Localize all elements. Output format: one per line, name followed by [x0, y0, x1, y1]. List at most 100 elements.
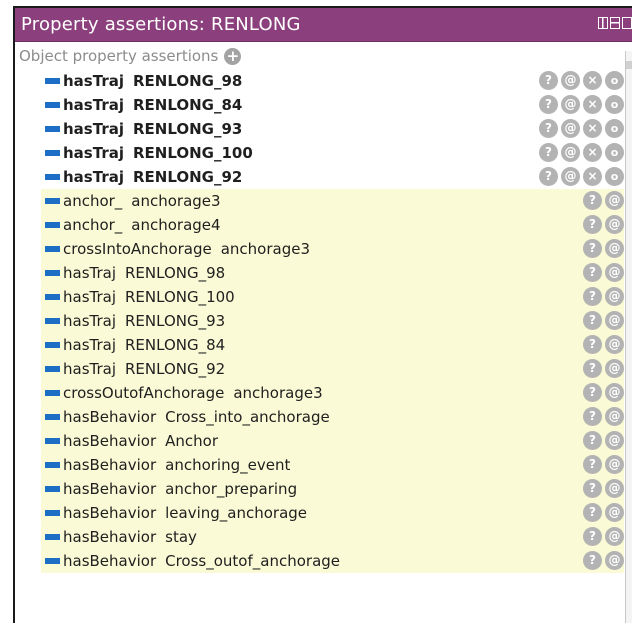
edit-icon[interactable]: o	[605, 95, 624, 114]
property-name: hasTraj	[63, 144, 124, 162]
annotate-icon[interactable]: @	[605, 263, 624, 282]
annotate-icon[interactable]: @	[605, 359, 624, 378]
explain-icon[interactable]: ?	[583, 191, 602, 210]
annotate-icon[interactable]: @	[561, 167, 580, 186]
explain-icon[interactable]: ?	[583, 455, 602, 474]
vertical-scrollbar[interactable]	[625, 51, 632, 623]
assertion-row[interactable]: hasBehavior leaving_anchorage? @	[41, 501, 624, 525]
explain-icon[interactable]: ?	[583, 263, 602, 282]
edit-icon[interactable]: o	[605, 119, 624, 138]
annotate-icon[interactable]: @	[605, 527, 624, 546]
delete-icon[interactable]: ×	[583, 119, 602, 138]
annotate-icon[interactable]: @	[605, 407, 624, 426]
property-name: anchor_	[63, 192, 123, 210]
explain-icon[interactable]: ?	[583, 359, 602, 378]
maximize-icon[interactable]	[622, 17, 632, 29]
assertion-row[interactable]: hasBehavior anchor_preparing? @	[41, 477, 624, 501]
row-buttons: ? @	[583, 503, 624, 522]
explain-icon[interactable]: ?	[539, 95, 558, 114]
explain-icon[interactable]: ?	[583, 431, 602, 450]
assertion-row[interactable]: hasTraj RENLONG_98? @ × o	[41, 69, 624, 93]
assertion-row[interactable]: hasBehavior stay? @	[41, 525, 624, 549]
explain-icon[interactable]: ?	[583, 383, 602, 402]
explain-icon[interactable]: ?	[583, 527, 602, 546]
annotate-icon[interactable]: @	[605, 431, 624, 450]
property-name: hasTraj	[63, 120, 124, 138]
property-value: RENLONG_100	[125, 288, 235, 306]
assertion-row[interactable]: crossOutofAnchorage anchorage3? @	[41, 381, 624, 405]
assertion-row[interactable]: hasTraj RENLONG_92? @	[41, 357, 624, 381]
annotate-icon[interactable]: @	[561, 119, 580, 138]
object-property-icon	[45, 78, 60, 84]
row-buttons: ? @ × o	[539, 119, 624, 138]
assertion-row[interactable]: hasTraj RENLONG_84? @	[41, 333, 624, 357]
row-buttons: ? @	[583, 551, 624, 570]
assertion-row[interactable]: crossIntoAnchorage anchorage3? @	[41, 237, 624, 261]
assertion-row[interactable]: hasBehavior Anchor? @	[41, 429, 624, 453]
assertion-row[interactable]: hasBehavior Cross_into_anchorage? @	[41, 405, 624, 429]
annotate-icon[interactable]: @	[605, 455, 624, 474]
explain-icon[interactable]: ?	[583, 479, 602, 498]
edit-icon[interactable]: o	[605, 167, 624, 186]
delete-icon[interactable]: ×	[583, 71, 602, 90]
explain-icon[interactable]: ?	[583, 503, 602, 522]
assertion-row[interactable]: hasBehavior anchoring_event? @	[41, 453, 624, 477]
row-buttons: ? @	[583, 239, 624, 258]
assertion-row[interactable]: hasBehavior Cross_outof_anchorage? @	[41, 549, 624, 573]
property-value: RENLONG_84	[125, 336, 226, 354]
property-name: hasBehavior	[63, 408, 157, 426]
property-name: hasTraj	[63, 168, 124, 186]
explain-icon[interactable]: ?	[583, 239, 602, 258]
explain-icon[interactable]: ?	[583, 407, 602, 426]
annotate-icon[interactable]: @	[561, 143, 580, 162]
annotate-icon[interactable]: @	[605, 287, 624, 306]
edit-icon[interactable]: o	[605, 71, 624, 90]
annotate-icon[interactable]: @	[605, 551, 624, 570]
assertion-row[interactable]: hasTraj RENLONG_93? @ × o	[41, 117, 624, 141]
annotate-icon[interactable]: @	[605, 311, 624, 330]
delete-icon[interactable]: ×	[583, 95, 602, 114]
explain-icon[interactable]: ?	[539, 167, 558, 186]
split-vertical-icon[interactable]	[598, 17, 608, 29]
explain-icon[interactable]: ?	[583, 311, 602, 330]
scrollbar-thumb[interactable]	[626, 61, 632, 69]
assertion-row[interactable]: hasTraj RENLONG_100? @	[41, 285, 624, 309]
section-label: Object property assertions	[19, 47, 219, 65]
object-property-icon	[45, 198, 60, 204]
property-name: hasBehavior	[63, 504, 157, 522]
explain-icon[interactable]: ?	[583, 335, 602, 354]
annotate-icon[interactable]: @	[605, 383, 624, 402]
explain-icon[interactable]: ?	[539, 143, 558, 162]
property-name: hasTraj	[63, 96, 124, 114]
assertion-row[interactable]: anchor_ anchorage4? @	[41, 213, 624, 237]
assertion-row[interactable]: hasTraj RENLONG_93? @	[41, 309, 624, 333]
add-icon[interactable]: +	[224, 47, 242, 65]
delete-icon[interactable]: ×	[583, 167, 602, 186]
explain-icon[interactable]: ?	[539, 71, 558, 90]
annotate-icon[interactable]: @	[605, 239, 624, 258]
annotate-icon[interactable]: @	[605, 191, 624, 210]
annotate-icon[interactable]: @	[605, 479, 624, 498]
row-buttons: ? @	[583, 335, 624, 354]
object-property-icon	[45, 318, 60, 324]
annotate-icon[interactable]: @	[605, 503, 624, 522]
assertion-row[interactable]: hasTraj RENLONG_100? @ × o	[41, 141, 624, 165]
split-horizontal-icon[interactable]	[610, 17, 620, 29]
property-name: hasBehavior	[63, 480, 157, 498]
explain-icon[interactable]: ?	[583, 215, 602, 234]
explain-icon[interactable]: ?	[583, 287, 602, 306]
assertion-row[interactable]: hasTraj RENLONG_84? @ × o	[41, 93, 624, 117]
annotate-icon[interactable]: @	[561, 95, 580, 114]
annotate-icon[interactable]: @	[561, 71, 580, 90]
assertion-row[interactable]: hasTraj RENLONG_92? @ × o	[41, 165, 624, 189]
explain-icon[interactable]: ?	[583, 551, 602, 570]
edit-icon[interactable]: o	[605, 143, 624, 162]
explain-icon[interactable]: ?	[539, 119, 558, 138]
assertion-row[interactable]: hasTraj RENLONG_98? @	[41, 261, 624, 285]
row-buttons: ? @	[583, 359, 624, 378]
annotate-icon[interactable]: @	[605, 335, 624, 354]
delete-icon[interactable]: ×	[583, 143, 602, 162]
annotate-icon[interactable]: @	[605, 215, 624, 234]
property-name: hasBehavior	[63, 552, 157, 570]
assertion-row[interactable]: anchor_ anchorage3? @	[41, 189, 624, 213]
